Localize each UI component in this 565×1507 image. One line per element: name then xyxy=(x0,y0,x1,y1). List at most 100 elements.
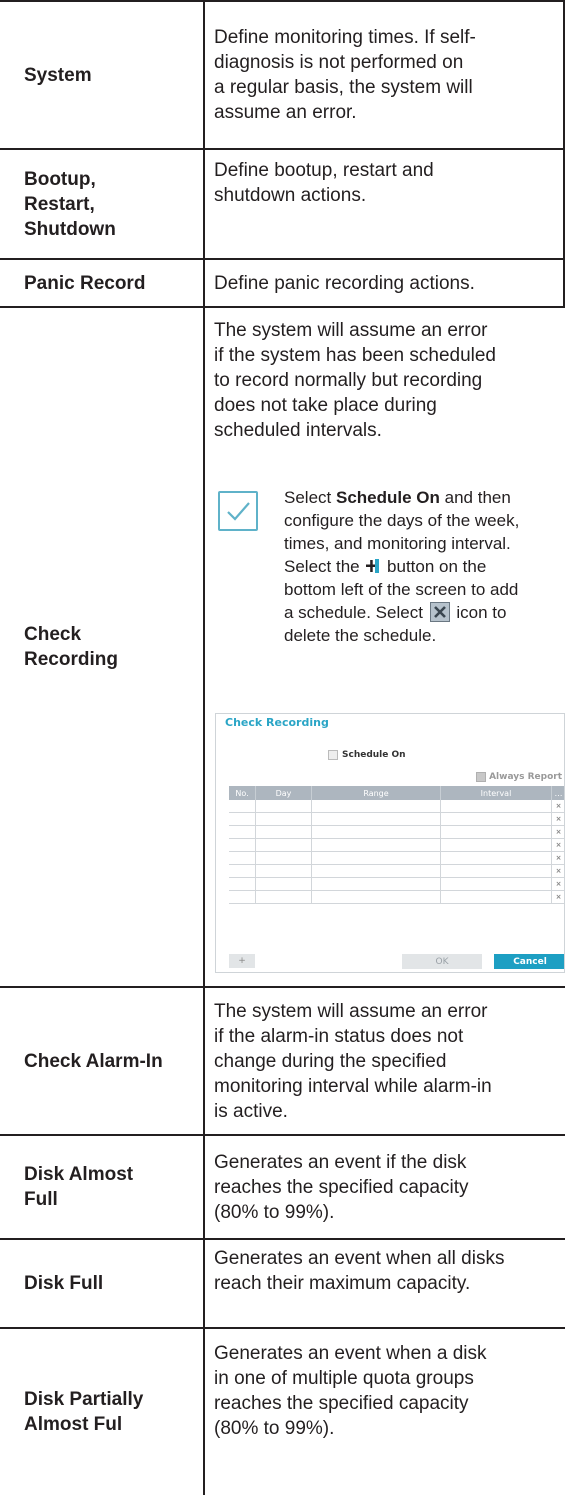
delete-x-icon[interactable]: × xyxy=(552,813,564,825)
note-line: times, and monitoring interval. xyxy=(284,534,511,553)
row-range-cell[interactable] xyxy=(312,865,441,877)
delete-x-icon[interactable]: × xyxy=(552,865,564,877)
row-label-disk-almost-full: Disk Almost Full xyxy=(24,1164,134,1210)
row-range-cell[interactable] xyxy=(312,878,441,890)
add-plus-icon xyxy=(366,556,380,573)
row-no-cell xyxy=(229,852,256,864)
grid-rows: × × × × × × × × xyxy=(229,800,564,904)
row-interval-cell[interactable] xyxy=(441,800,552,812)
row-label-check-recording: Check Recording xyxy=(24,624,118,670)
row-no-cell xyxy=(229,826,256,838)
delete-x-icon xyxy=(429,602,450,622)
note-fragment: button on the xyxy=(382,557,487,576)
note-fragment: a schedule. Select xyxy=(284,603,428,622)
row-desc-check-alarm-in: The system will assume an error if the a… xyxy=(214,1000,492,1122)
table-column-divider xyxy=(203,0,205,1495)
note-line: a schedule. Select icon to xyxy=(284,601,565,624)
add-schedule-button[interactable]: + xyxy=(229,954,255,968)
row-label-bootup: Bootup, Restart, Shutdown xyxy=(24,168,116,240)
note-fragment: Select the xyxy=(284,557,365,576)
note-fragment: Select xyxy=(284,488,336,507)
schedule-on-label: Schedule On xyxy=(342,750,406,760)
row-range-cell[interactable] xyxy=(312,891,441,903)
cancel-button[interactable]: Cancel xyxy=(494,954,564,969)
note-line: bottom left of the screen to add xyxy=(284,580,519,599)
column-header-no: No. xyxy=(229,786,256,800)
row-no-cell xyxy=(229,891,256,903)
row-interval-cell[interactable] xyxy=(441,826,552,838)
schedule-grid: No. Day Range Interval … × × × × × × × × xyxy=(229,786,564,904)
delete-x-icon[interactable]: × xyxy=(552,800,564,812)
delete-x-icon[interactable]: × xyxy=(552,891,564,903)
dialog-title: Check Recording xyxy=(225,716,329,729)
row-range-cell[interactable] xyxy=(312,839,441,851)
row-interval-cell[interactable] xyxy=(441,813,552,825)
column-header-range: Range xyxy=(312,786,441,800)
column-header-interval: Interval xyxy=(441,786,552,800)
note-line: delete the schedule. xyxy=(284,626,437,645)
delete-x-icon[interactable]: × xyxy=(552,852,564,864)
note-line: Select Schedule On and then xyxy=(284,486,565,509)
row-no-cell xyxy=(229,800,256,812)
schedule-on-checkbox[interactable]: Schedule On xyxy=(328,750,406,760)
delete-x-icon[interactable]: × xyxy=(552,839,564,851)
table-row[interactable]: × xyxy=(229,891,564,904)
row-range-cell[interactable] xyxy=(312,826,441,838)
row-range-cell[interactable] xyxy=(312,852,441,864)
always-report-label: Always Report xyxy=(489,772,562,782)
row-no-cell xyxy=(229,839,256,851)
row-range-cell[interactable] xyxy=(312,800,441,812)
row-label-disk-full: Disk Full xyxy=(24,1273,104,1294)
row-day-cell[interactable] xyxy=(256,852,312,864)
row-desc-panic-record: Define panic recording actions. xyxy=(214,272,475,294)
grid-header: No. Day Range Interval … xyxy=(229,786,564,800)
table-row[interactable]: × xyxy=(229,813,564,826)
row-day-cell[interactable] xyxy=(256,813,312,825)
row-desc-check-recording: The system will assume an error if the s… xyxy=(214,320,497,441)
checkmark-note-icon xyxy=(218,491,258,531)
row-range-cell[interactable] xyxy=(312,813,441,825)
table-row[interactable]: × xyxy=(229,865,564,878)
row-interval-cell[interactable] xyxy=(441,839,552,851)
row-desc-disk-full: Generates an event when all disks reach … xyxy=(214,1248,505,1294)
row-label-disk-partially-almost-full: Disk Partially Almost Ful xyxy=(24,1389,144,1435)
row-day-cell[interactable] xyxy=(256,800,312,812)
ok-button[interactable]: OK xyxy=(402,954,482,969)
checkbox-icon xyxy=(328,750,338,760)
row-day-cell[interactable] xyxy=(256,878,312,890)
always-report-checkbox[interactable]: Always Report xyxy=(476,772,562,782)
row-interval-cell[interactable] xyxy=(441,891,552,903)
note-line: Select the button on the xyxy=(284,555,565,578)
row-day-cell[interactable] xyxy=(256,826,312,838)
row-desc-system: Define monitoring times. If self- diagno… xyxy=(214,27,476,123)
row-day-cell[interactable] xyxy=(256,891,312,903)
row-desc-bootup: Define bootup, restart and shutdown acti… xyxy=(214,160,434,206)
delete-x-icon[interactable]: × xyxy=(552,878,564,890)
table-row[interactable]: × xyxy=(229,826,564,839)
row-interval-cell[interactable] xyxy=(441,852,552,864)
row-label-check-alarm-in: Check Alarm-In xyxy=(24,1050,163,1072)
note-fragment: and then xyxy=(439,488,511,507)
row-no-cell xyxy=(229,878,256,890)
row-interval-cell[interactable] xyxy=(441,865,552,877)
row-desc-disk-almost-full: Generates an event if the disk reaches t… xyxy=(214,1151,469,1223)
row-interval-cell[interactable] xyxy=(441,878,552,890)
document-page: System Define monitoring times. If self-… xyxy=(0,0,565,1495)
row-day-cell[interactable] xyxy=(256,839,312,851)
row-no-cell xyxy=(229,813,256,825)
note-line: configure the days of the week, xyxy=(284,511,520,530)
checkbox-icon xyxy=(476,772,487,782)
row-label-system: System xyxy=(24,64,92,86)
table-row[interactable]: × xyxy=(229,878,564,891)
table-row[interactable]: × xyxy=(229,839,564,852)
delete-x-icon[interactable]: × xyxy=(552,826,564,838)
row-desc-disk-partially-almost-full: Generates an event when a disk in one of… xyxy=(214,1343,487,1439)
check-recording-dialog: Check Recording Schedule On Always Repor… xyxy=(215,713,565,973)
column-header-day: Day xyxy=(256,786,312,800)
table-row[interactable]: × xyxy=(229,800,564,813)
note-text: Select Schedule On and then configure th… xyxy=(284,486,565,647)
note-bold-fragment: Schedule On xyxy=(335,488,440,507)
table-row[interactable]: × xyxy=(229,852,564,865)
note-fragment: icon to xyxy=(451,603,507,622)
row-day-cell[interactable] xyxy=(256,865,312,877)
